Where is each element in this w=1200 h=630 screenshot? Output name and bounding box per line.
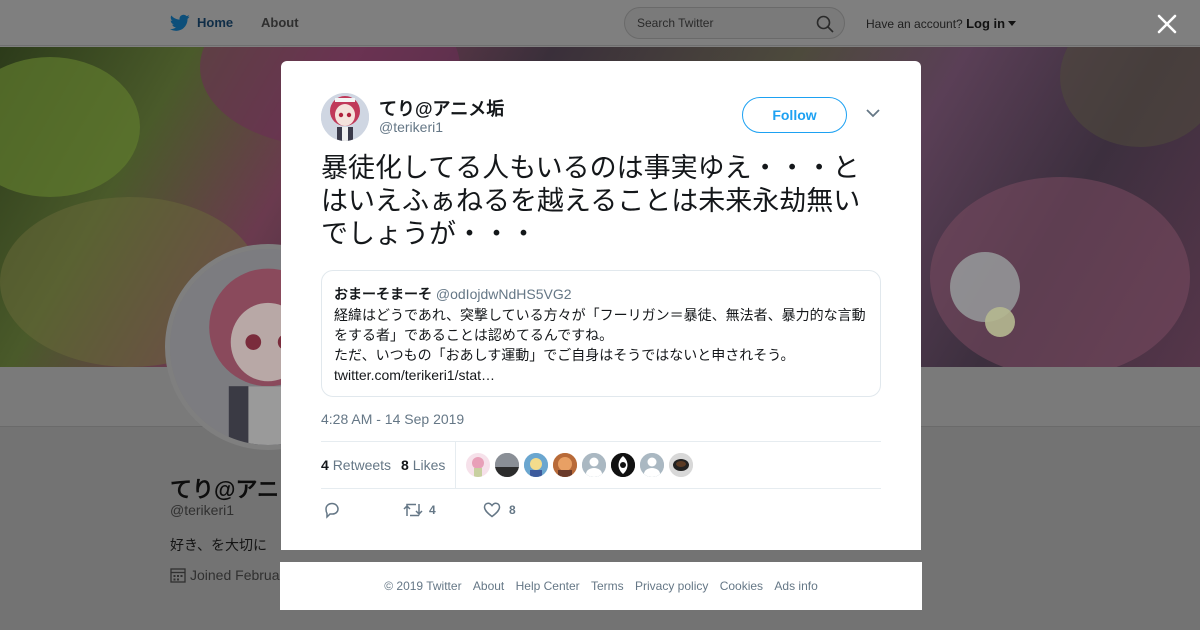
tweet-timestamp[interactable]: 4:28 AM - 14 Sep 2019 xyxy=(321,411,464,427)
account-prompt: Have an account? Log in xyxy=(866,16,1017,31)
tweet-text: 暴徒化してる人もいるのは事実ゆえ・・・とはいえふぁねるを越えることは未来永劫無い… xyxy=(321,153,861,250)
like-count: 8 xyxy=(401,457,409,473)
author-name[interactable]: てり@アニメ垢 xyxy=(379,95,504,121)
like-button[interactable]: 8 xyxy=(483,501,516,521)
quoted-tweet[interactable]: おまーそまーそ @odIojdwNdHS5VG2 経緯はどうであれ、突撃している… xyxy=(321,270,881,397)
top-navigation-bar: Home About Search Twitter Have an accoun… xyxy=(0,0,1200,46)
search-icon[interactable] xyxy=(816,15,834,33)
retweet-stat[interactable]: 4 Retweets xyxy=(321,457,391,473)
footer-copyright: © 2019 Twitter xyxy=(384,579,462,593)
profile-joined-text: Joined Februa xyxy=(190,567,280,583)
liker-avatar[interactable] xyxy=(640,453,664,477)
liker-avatar[interactable] xyxy=(582,453,606,477)
profile-joined: Joined Februa xyxy=(170,567,280,583)
quoted-author-name: おまーそまーそ xyxy=(334,286,432,302)
footer-link-terms[interactable]: Terms xyxy=(591,579,624,593)
heart-icon xyxy=(483,502,501,518)
footer-link-about[interactable]: About xyxy=(473,579,504,593)
login-link[interactable]: Log in xyxy=(966,16,1005,31)
footer-link-ads-info[interactable]: Ads info xyxy=(774,579,817,593)
reply-icon xyxy=(325,502,339,519)
quoted-author-handle: @odIojdwNdHS5VG2 xyxy=(435,286,572,302)
account-prompt-text: Have an account? xyxy=(866,17,963,31)
chevron-down-icon[interactable] xyxy=(866,108,880,118)
footer-links: © 2019 Twitter About Help Center Terms P… xyxy=(280,579,922,593)
quoted-line: ただ、いつもの「おあしす運動」でご自身はそうではないと申されそう。 xyxy=(334,347,795,363)
liker-avatar[interactable] xyxy=(669,453,693,477)
quoted-line: をする者」であることは認めてるんですね。 xyxy=(334,327,614,343)
quoted-tweet-text: 経緯はどうであれ、突撃している方々が「フーリガン＝暴徒、無法者、暴力的な言動 を… xyxy=(334,305,874,385)
follow-button[interactable]: Follow xyxy=(742,97,847,133)
retweet-count: 4 xyxy=(321,457,329,473)
retweet-label: Retweets xyxy=(332,457,392,473)
footer-link-help-center[interactable]: Help Center xyxy=(516,579,580,593)
twitter-bird-icon[interactable] xyxy=(170,14,190,32)
search-placeholder: Search Twitter xyxy=(637,16,714,30)
liker-avatar[interactable] xyxy=(553,453,577,477)
footer-link-privacy-policy[interactable]: Privacy policy xyxy=(635,579,708,593)
footer-link-cookies[interactable]: Cookies xyxy=(720,579,763,593)
nav-about-link[interactable]: About xyxy=(261,15,299,30)
retweet-action-count: 4 xyxy=(429,503,436,517)
reply-button[interactable] xyxy=(323,501,341,521)
profile-bio: 好き、を大切に xyxy=(170,537,268,553)
profile-name: てり@アニ xyxy=(170,477,280,502)
quoted-tweet-header: おまーそまーそ @odIojdwNdHS5VG2 xyxy=(334,284,572,304)
search-input[interactable]: Search Twitter xyxy=(624,7,845,39)
like-label: Likes xyxy=(412,457,446,473)
profile-handle: @terikeri1 xyxy=(170,502,235,518)
chevron-down-icon[interactable] xyxy=(1008,21,1017,27)
close-icon[interactable] xyxy=(1155,12,1179,36)
like-action-count: 8 xyxy=(509,503,516,517)
calendar-icon xyxy=(170,568,186,583)
like-stat[interactable]: 8 Likes xyxy=(401,457,445,473)
author-handle[interactable]: @terikeri1 xyxy=(379,119,443,135)
stats-divider xyxy=(455,442,456,489)
tweet-actions: 4 8 xyxy=(321,501,881,521)
retweet-icon xyxy=(403,503,423,517)
nav-home-link[interactable]: Home xyxy=(197,15,233,30)
liker-avatar[interactable] xyxy=(524,453,548,477)
tweet-stats: 4 Retweets 8 Likes xyxy=(321,441,881,489)
liker-avatar[interactable] xyxy=(466,453,490,477)
footer: © 2019 Twitter About Help Center Terms P… xyxy=(280,562,922,610)
quoted-link[interactable]: twitter.com/terikeri1/stat… xyxy=(334,365,874,385)
tweet-modal: てり@アニメ垢 @terikeri1 Follow 暴徒化してる人もいるのは事実… xyxy=(281,61,921,550)
retweet-button[interactable]: 4 xyxy=(403,501,436,521)
quoted-line: 経緯はどうであれ、突撃している方々が「フーリガン＝暴徒、無法者、暴力的な言動 xyxy=(334,307,866,323)
author-avatar[interactable] xyxy=(321,93,369,141)
liker-avatar[interactable] xyxy=(611,453,635,477)
liker-avatar[interactable] xyxy=(495,453,519,477)
